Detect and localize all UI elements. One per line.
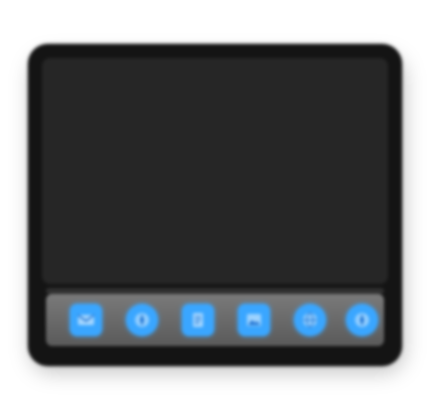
- stage: [0, 0, 427, 410]
- dock-preferences-icon[interactable]: [28, 44, 402, 366]
- dock-bar: [46, 294, 384, 346]
- globe-icon: [294, 304, 326, 336]
- compass-icon: [346, 304, 378, 336]
- screen-area: [42, 58, 388, 284]
- photo-icon: [238, 304, 270, 336]
- mail-icon: [70, 304, 102, 336]
- compass-icon: [126, 304, 158, 336]
- document-icon: [182, 304, 214, 336]
